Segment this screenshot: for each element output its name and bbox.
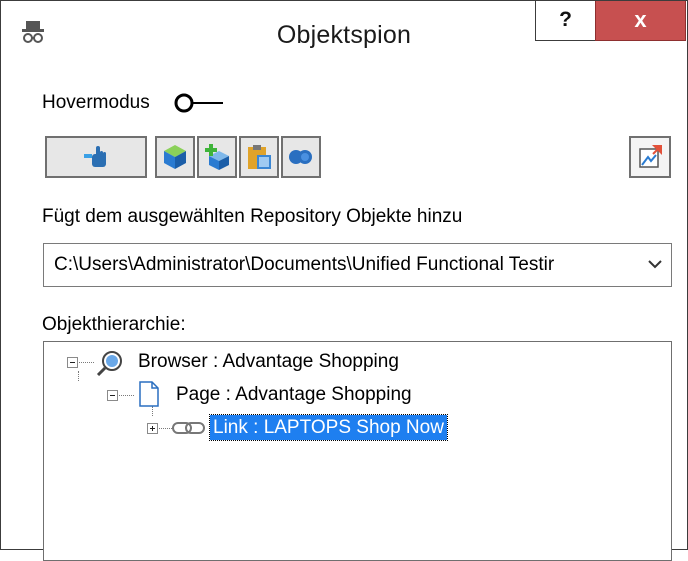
page-icon [139, 381, 159, 407]
export-button[interactable] [629, 136, 671, 178]
export-icon [639, 145, 662, 168]
collapse-toggle[interactable] [67, 357, 78, 368]
tree-connector [152, 406, 154, 416]
hover-mode-label: Hovermodus [42, 92, 150, 113]
tree-connector [76, 362, 94, 364]
highlight-object-button[interactable] [155, 136, 195, 178]
browser-icon [96, 351, 122, 376]
add-object-button[interactable] [197, 136, 237, 178]
tree-node-browser[interactable]: Browser : Advantage Shopping [138, 351, 399, 373]
close-button[interactable]: x [595, 1, 686, 41]
tree-connector [116, 395, 134, 397]
link-icon [172, 422, 205, 434]
add-to-repository-label: Fügt dem ausgewählten Repository Objekte… [42, 206, 463, 227]
pointing-hand-button[interactable] [45, 136, 147, 178]
tree-node-link[interactable]: Link : LAPTOPS Shop Now [209, 414, 448, 441]
object-cube-icon [164, 145, 186, 169]
help-button[interactable]: ? [535, 1, 596, 41]
tree-connector [78, 371, 80, 381]
hover-mode-toggle[interactable] [173, 92, 225, 114]
object-hierarchy-label: Objekthierarchie: [42, 314, 186, 335]
expand-toggle[interactable] [147, 423, 158, 434]
toggle-view-button[interactable] [281, 136, 321, 178]
tree-node-page[interactable]: Page : Advantage Shopping [176, 384, 412, 406]
toggle-dots-icon [289, 150, 312, 164]
add-object-icon [205, 144, 229, 170]
tree-connector [156, 428, 172, 430]
clipboard-icon [248, 145, 271, 169]
title-bar[interactable]: Objektspion ? x [1, 1, 687, 79]
chevron-down-icon[interactable] [647, 256, 663, 272]
repository-path-value: C:\Users\Administrator\Documents\Unified… [54, 254, 555, 275]
hand-pointer-icon [84, 146, 106, 167]
object-spy-window: Objektspion ? x Hovermodus Fügt dem ausg… [0, 0, 688, 561]
collapse-toggle[interactable] [107, 390, 118, 401]
copy-to-clipboard-button[interactable] [239, 136, 279, 178]
repository-path-dropdown[interactable]: C:\Users\Administrator\Documents\Unified… [43, 243, 672, 287]
object-hierarchy-tree[interactable]: Browser : Advantage Shopping Page : Adva… [43, 341, 672, 561]
